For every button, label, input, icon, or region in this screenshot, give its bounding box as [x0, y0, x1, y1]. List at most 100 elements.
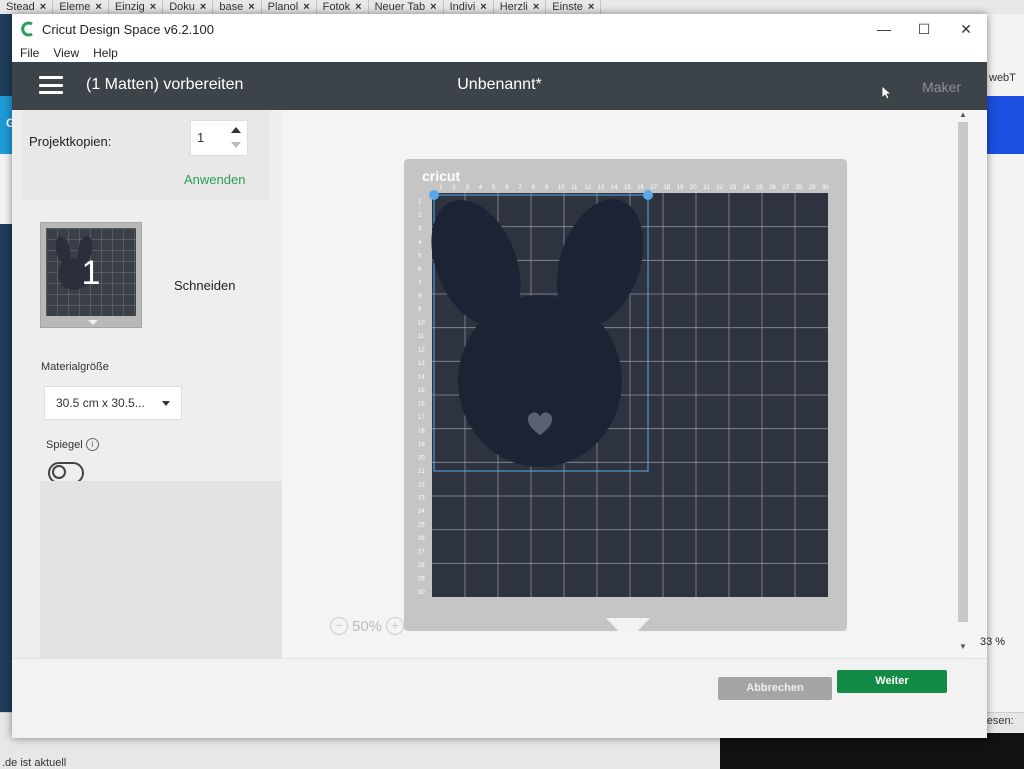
ruler-tick-label: 21	[703, 185, 710, 191]
vertical-scrollbar[interactable]	[958, 122, 968, 622]
close-button[interactable]: ✕	[956, 20, 976, 38]
mat-thumbnail[interactable]: 1	[40, 222, 142, 328]
close-tab-icon[interactable]: ×	[248, 1, 254, 13]
browser-tab[interactable]: Indivi ×	[444, 0, 494, 14]
ruler-tick-label: 8	[532, 185, 536, 191]
ruler-tick-label: 12	[418, 348, 425, 354]
ruler-tick-label: 1	[439, 185, 443, 191]
ruler-tick-label: 26	[769, 185, 776, 191]
ruler-tick-label: 4	[479, 185, 483, 191]
ruler-tick-label: 5	[418, 253, 422, 259]
browser-tab[interactable]: Eleme ×	[53, 0, 109, 14]
ruler-tick-label: 22	[418, 482, 425, 488]
ruler-tick-label: 24	[743, 185, 750, 191]
browser-tab[interactable]: Herzli ×	[494, 0, 547, 14]
maximize-button[interactable]: ☐	[914, 20, 934, 38]
ruler-tick-label: 21	[418, 469, 425, 475]
browser-tab-label: Stead	[6, 1, 35, 13]
decrement-arrow-icon[interactable]	[231, 142, 241, 148]
browser-tab-label: Eleme	[59, 1, 91, 13]
ruler-tick-label: 11	[418, 334, 425, 340]
selection-handle[interactable]	[429, 190, 439, 200]
zoom-controls: − 50% +	[330, 617, 405, 635]
close-tab-icon[interactable]: ×	[303, 1, 309, 13]
zoom-out-button[interactable]: −	[330, 617, 348, 635]
project-copies-label: Projektkopien:	[29, 134, 112, 149]
ruler-tick-label: 7	[518, 185, 522, 191]
ruler-tick-label: 23	[730, 185, 737, 191]
browser-tab[interactable]: Neuer Tab ×	[369, 0, 444, 14]
ruler-tick-label: 10	[418, 321, 425, 327]
chevron-down-icon	[162, 401, 170, 406]
menu-file[interactable]: File	[20, 46, 39, 60]
material-size-select[interactable]: 30.5 cm x 30.5...	[44, 386, 182, 420]
project-copies-value[interactable]: 1	[197, 130, 204, 145]
browser-tab-label: Neuer Tab	[374, 1, 426, 13]
browser-tab[interactable]: base ×	[213, 0, 262, 14]
ruler-tick-label: 27	[782, 185, 789, 191]
ruler-tick-label: 16	[637, 185, 644, 191]
mat-action-label: Schneiden	[174, 278, 236, 293]
mouse-cursor-icon	[882, 86, 892, 100]
close-tab-icon[interactable]: ×	[588, 1, 594, 13]
window-title: Cricut Design Space v6.2.100	[42, 21, 214, 37]
ruler-tick-label: 4	[418, 240, 422, 246]
ruler-tick-label: 26	[418, 536, 425, 542]
minimize-button[interactable]: —	[874, 20, 894, 38]
browser-tab[interactable]: Einste ×	[546, 0, 602, 14]
close-tab-icon[interactable]: ×	[150, 1, 156, 13]
selection-handle[interactable]	[643, 190, 653, 200]
machine-selector[interactable]: Maker	[922, 79, 961, 95]
mirror-label: Spiegel	[46, 438, 83, 451]
zoom-level: 50%	[352, 617, 383, 635]
increment-arrow-icon[interactable]	[231, 127, 241, 133]
close-tab-icon[interactable]: ×	[200, 1, 206, 13]
cricut-window: Cricut Design Space v6.2.100 — ☐ ✕ File …	[12, 14, 987, 738]
mat-thumbnail-grid: 1	[46, 228, 136, 316]
ruler-tick-label: 23	[418, 496, 425, 502]
browser-tab[interactable]: Fotok ×	[317, 0, 369, 14]
close-tab-icon[interactable]: ×	[40, 1, 46, 13]
cancel-button[interactable]: Abbrechen	[718, 677, 832, 700]
ruler-tick-label: 15	[624, 185, 631, 191]
cricut-app-icon	[21, 21, 33, 37]
ruler-tick-label: 19	[677, 185, 684, 191]
scroll-up-arrow-icon[interactable]: ▲	[958, 110, 968, 122]
menu-view[interactable]: View	[53, 46, 79, 60]
project-copies-stepper[interactable]: 1	[190, 120, 248, 156]
ruler-tick-label: 2	[418, 213, 422, 219]
cutting-mat-grid: 1 2 3 4 5 6 7 8 9 10 11 12 13 14 15 16 17 18 19 20 21 22 23 24 2…	[418, 185, 829, 597]
browser-tab[interactable]: Doku ×	[163, 0, 214, 14]
background-zoom-text: 33 %	[980, 636, 1006, 648]
ruler-tick-label: 17	[650, 185, 657, 191]
ruler-tick-label: 6	[505, 185, 509, 191]
menu-help[interactable]: Help	[93, 46, 118, 60]
ruler-tick-label: 20	[690, 185, 697, 191]
close-tab-icon[interactable]: ×	[355, 1, 361, 13]
material-size-label: Materialgröße	[41, 361, 109, 373]
close-tab-icon[interactable]: ×	[95, 1, 101, 13]
ruler-tick-label: 30	[822, 185, 829, 191]
browser-tab-label: base	[219, 1, 244, 13]
browser-tab[interactable]: Planol ×	[262, 0, 317, 14]
ruler-tick-label: 1	[418, 199, 422, 205]
zoom-in-button[interactable]: +	[386, 617, 405, 635]
ruler-tick-label: 24	[418, 509, 425, 515]
ruler-tick-label: 25	[756, 185, 763, 191]
continue-button[interactable]: Weiter	[837, 670, 947, 693]
close-tab-icon[interactable]: ×	[430, 1, 436, 13]
ruler-tick-label: 20	[418, 455, 425, 461]
ruler-tick-label: 2	[452, 185, 456, 191]
close-tab-icon[interactable]: ×	[533, 1, 539, 13]
taskbar-text: .de ist aktuell	[2, 757, 67, 769]
apply-button[interactable]: Anwenden	[184, 172, 245, 187]
ruler-tick-label: 12	[584, 185, 591, 191]
browser-tab[interactable]: Stead ×	[0, 0, 54, 14]
app-header: (1 Matten) vorbereiten Unbenannt* Maker	[12, 62, 987, 110]
info-icon[interactable]: i	[85, 438, 99, 451]
ruler-tick-label: 16	[418, 401, 425, 407]
close-tab-icon[interactable]: ×	[480, 1, 486, 13]
browser-tab-label: Doku	[169, 1, 195, 13]
browser-tab[interactable]: Einzig ×	[109, 0, 164, 14]
scroll-down-arrow-icon[interactable]: ▼	[958, 642, 968, 652]
